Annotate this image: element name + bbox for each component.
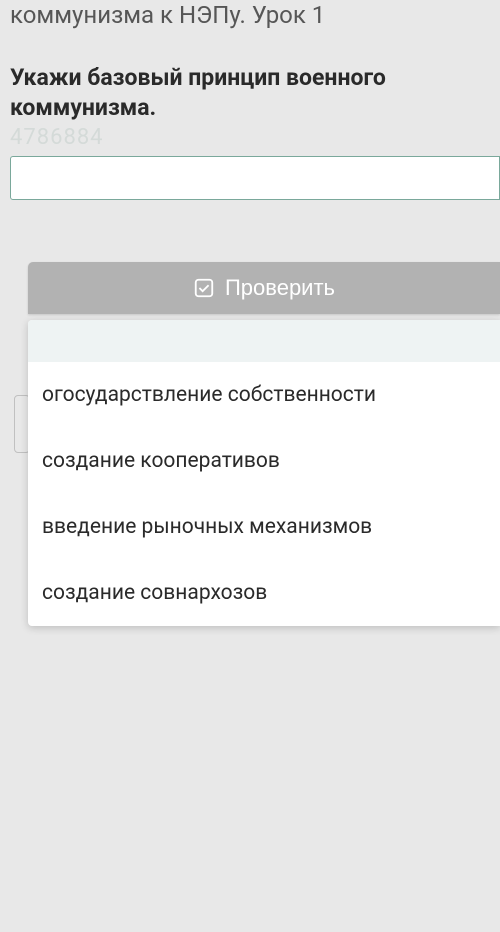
dropdown-item[interactable]: огосударствление собственности — [28, 362, 500, 428]
check-icon — [193, 277, 215, 299]
dropdown-panel: огосударствление собственности создание … — [28, 320, 500, 626]
dropdown-item[interactable]: создание кооперативов — [28, 428, 500, 494]
page-title: коммунизма к НЭПу. Урок 1 — [0, 0, 500, 37]
dropdown-header — [28, 320, 500, 362]
dropdown-item[interactable]: введение рыночных механизмов — [28, 494, 500, 560]
check-button-label: Проверить — [225, 275, 335, 301]
question-text: Укажи базовый принцип военного коммунизм… — [0, 37, 500, 123]
watermark-text: 4786884 — [0, 123, 500, 150]
dropdown-item[interactable]: создание совнархозов — [28, 560, 500, 626]
check-button[interactable]: Проверить — [28, 262, 500, 314]
answer-input[interactable] — [10, 156, 500, 200]
